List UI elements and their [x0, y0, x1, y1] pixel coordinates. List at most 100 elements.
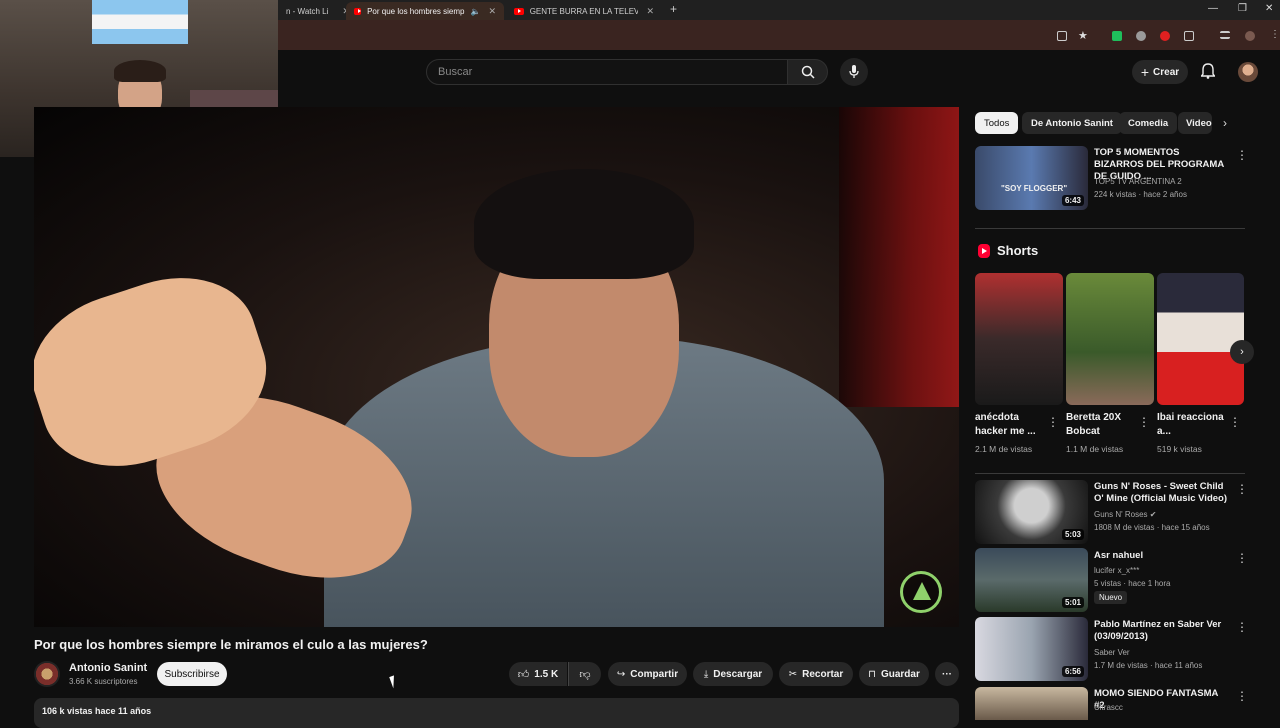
shorts-heading: Shorts [997, 243, 1039, 258]
profile-avatar-icon[interactable] [1245, 31, 1255, 41]
bell-icon [1200, 63, 1216, 79]
video-frame-hair [474, 169, 694, 279]
new-tab-button[interactable]: + [670, 2, 677, 16]
download-button[interactable]: ⤓ Descargar [693, 662, 773, 686]
clip-button[interactable]: ✂ Recortar [779, 662, 853, 686]
more-vertical-icon[interactable]: ⋮ [1236, 551, 1248, 565]
channel-name[interactable]: Saber Ver [1094, 648, 1130, 657]
short-thumbnail[interactable] [975, 273, 1063, 405]
subscriber-count: 3.66 K suscriptores [69, 677, 138, 686]
channel-name[interactable]: TOP5 TV ARGENTINA 2 [1094, 177, 1182, 186]
divider [975, 228, 1245, 229]
microphone-icon [849, 65, 859, 78]
more-vertical-icon[interactable]: ⋮ [1236, 148, 1248, 162]
voice-search-button[interactable] [840, 58, 868, 86]
youtube-icon [354, 7, 362, 15]
more-vertical-icon[interactable]: ⋮ [1047, 415, 1059, 429]
video-title[interactable]: Guns N' Roses - Sweet Child O' Mine (Off… [1094, 481, 1228, 505]
close-window-button[interactable]: ✕ [1265, 3, 1273, 14]
channel-name[interactable]: Ultrascc [1094, 703, 1123, 712]
save-label: Guardar [880, 668, 920, 680]
video-meta: 5 vistas · hace 1 hora [1094, 579, 1171, 588]
tab-title: Por que los hombres siemp [367, 6, 465, 16]
channel-watermark-icon[interactable] [900, 571, 942, 613]
dislike-button[interactable]: 👎︎ [568, 662, 601, 686]
video-duration: 5:03 [1061, 529, 1084, 540]
description-box[interactable]: 106 k vistas hace 11 años [34, 698, 959, 728]
views-and-date: 106 k vistas hace 11 años [42, 706, 152, 716]
chip-todos[interactable]: Todos [975, 112, 1019, 134]
clip-label: Recortar [802, 668, 844, 680]
share-label: Compartir [630, 668, 679, 680]
account-avatar[interactable] [1238, 62, 1258, 82]
more-vertical-icon[interactable]: ⋮ [1236, 620, 1248, 634]
video-title[interactable]: Asr nahuel [1094, 550, 1228, 562]
audio-icon[interactable]: 🔈 [470, 7, 480, 16]
chevron-right-icon[interactable]: › [1223, 116, 1227, 130]
argentina-flag-image [92, 0, 188, 44]
plus-icon: + [1140, 64, 1150, 80]
bookmark-star-icon[interactable]: ★ [1078, 29, 1088, 42]
notifications-button[interactable] [1200, 63, 1216, 84]
search-input[interactable]: Buscar [426, 59, 788, 85]
cast-icon[interactable] [1057, 31, 1067, 41]
extension-green-icon[interactable] [1112, 31, 1122, 41]
scissors-icon: ✂ [788, 668, 798, 680]
short-views: 519 k vistas [1157, 444, 1202, 454]
subscribe-button[interactable]: Subscribirse [157, 662, 227, 686]
more-vertical-icon[interactable]: ⋮ [1236, 689, 1248, 703]
tab-title: n - Watch Li [286, 6, 329, 16]
extension-globe-icon[interactable] [1136, 31, 1146, 41]
channel-name[interactable]: Antonio Sanint [69, 662, 147, 674]
more-vertical-icon[interactable]: ⋮ [1236, 482, 1248, 496]
video-thumbnail[interactable] [975, 687, 1088, 720]
video-title: Por que los hombres siempre le miramos e… [34, 637, 428, 652]
video-meta: 1.7 M de vistas · hace 11 años [1094, 661, 1203, 670]
shorts-next-button[interactable]: › [1230, 340, 1254, 364]
video-thumbnail[interactable]: "SOY FLOGGER" 6:43 [975, 146, 1088, 210]
channel-avatar[interactable] [34, 661, 60, 687]
chip-comedia[interactable]: Comedia [1119, 112, 1178, 134]
download-icon: ⤓ [703, 668, 709, 680]
thumbnail-caption: "SOY FLOGGER" [1001, 184, 1068, 193]
browser-tab-active[interactable]: Por que los hombres siemp 🔈 ✕ [346, 2, 504, 20]
browser-menu-icon[interactable]: ⋮ [1270, 29, 1280, 40]
more-horizontal-icon: ··· [942, 668, 952, 680]
search-button[interactable] [787, 59, 828, 85]
tab-close-icon[interactable]: ✕ [646, 6, 654, 17]
video-player[interactable] [34, 107, 959, 627]
divider [975, 473, 1245, 474]
video-thumbnail[interactable]: 5:01 [975, 548, 1088, 612]
more-vertical-icon[interactable]: ⋮ [1229, 415, 1241, 429]
video-thumbnail[interactable]: 6:56 [975, 617, 1088, 681]
search-placeholder: Buscar [438, 66, 473, 78]
video-title[interactable]: Pablo Martínez en Saber Ver (03/09/2013) [1094, 619, 1228, 643]
short-views: 1.1 M de vistas [1066, 444, 1124, 454]
more-actions-button[interactable]: ··· [935, 662, 959, 686]
maximize-button[interactable]: ❐ [1238, 3, 1247, 14]
new-badge: Nuevo [1094, 591, 1128, 604]
more-vertical-icon[interactable]: ⋮ [1138, 415, 1150, 429]
save-button[interactable]: ⊓ Guardar [859, 662, 929, 686]
like-count: 1.5 K [534, 668, 559, 680]
short-title[interactable]: Beretta 20X Bobcat [1066, 411, 1136, 439]
short-title[interactable]: anécdota hacker me ... [975, 411, 1045, 439]
share-button[interactable]: ↪ Compartir [608, 662, 687, 686]
channel-name[interactable]: Guns N' Roses ✔ [1094, 510, 1156, 519]
channel-name[interactable]: lucifer x_x*** [1094, 566, 1139, 575]
short-title[interactable]: Ibai reacciona a... [1157, 411, 1227, 439]
browser-tab-gente[interactable]: GENTE BURRA EN LA TELEVISIÓ ✕ [506, 2, 662, 20]
short-thumbnail[interactable] [1066, 273, 1154, 405]
tab-close-icon[interactable]: ✕ [488, 6, 496, 17]
video-thumbnail[interactable]: 5:03 [975, 480, 1088, 544]
extension-red-icon[interactable] [1160, 31, 1170, 41]
chip-video[interactable]: Video [1178, 112, 1212, 134]
create-button[interactable]: + Crear [1132, 60, 1188, 84]
like-button[interactable]: 👍︎ 1.5 K [509, 662, 567, 686]
short-thumbnail[interactable] [1157, 273, 1244, 405]
media-control-icon[interactable] [1220, 31, 1230, 39]
chip-de-antonio-sanint[interactable]: De Antonio Sanint [1022, 112, 1122, 134]
minimize-button[interactable]: — [1208, 3, 1218, 14]
search-icon [801, 65, 815, 79]
extensions-puzzle-icon[interactable] [1184, 31, 1194, 41]
